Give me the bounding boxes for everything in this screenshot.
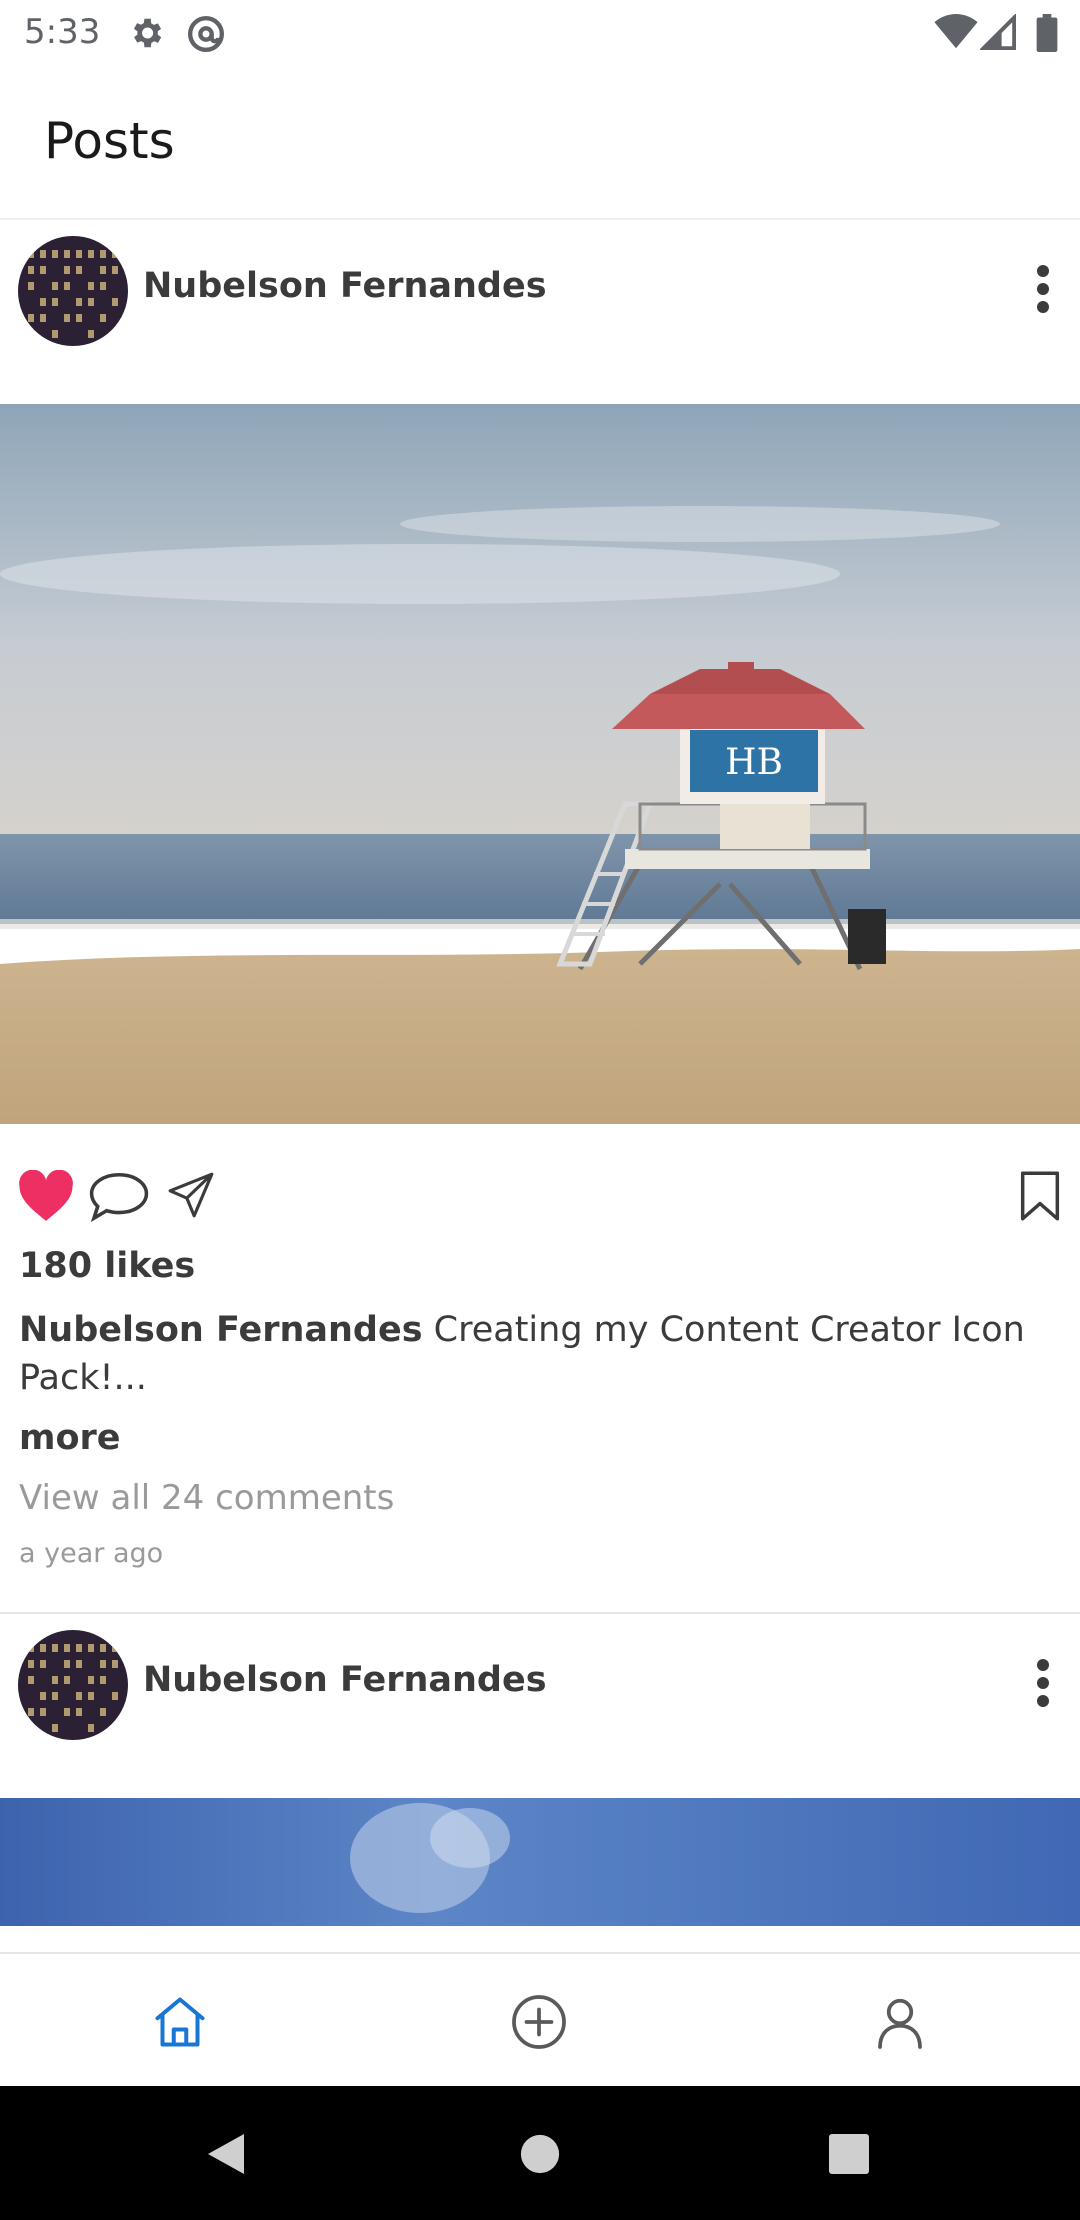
add-circle-icon[interactable] <box>509 1992 569 2052</box>
caption-author[interactable]: Nubelson Fernandes <box>19 1310 423 1350</box>
signal-icon <box>980 14 1016 50</box>
post-caption: Nubelson Fernandes Creating my Content C… <box>19 1306 1039 1402</box>
home-button-icon[interactable] <box>519 2133 561 2175</box>
profile-icon[interactable] <box>870 1992 930 2052</box>
post-header: Nubelson Fernandes <box>0 1614 1080 1794</box>
author-name[interactable]: Nubelson Fernandes <box>143 1660 547 1700</box>
send-icon[interactable] <box>165 1170 217 1220</box>
bottom-nav <box>0 1952 1080 2086</box>
status-bar: 5:33 <box>0 0 1080 66</box>
settings-icon <box>133 18 162 48</box>
post-image[interactable]: HB <box>0 404 1080 1124</box>
like-count[interactable]: 180 likes <box>19 1246 195 1286</box>
more-link[interactable]: more <box>19 1418 121 1458</box>
avatar[interactable] <box>18 236 128 346</box>
bookmark-icon[interactable] <box>1018 1170 1062 1222</box>
app-bar: Posts <box>0 66 1080 220</box>
back-icon[interactable] <box>204 2132 248 2176</box>
at-sign-icon <box>188 16 224 52</box>
status-time: 5:33 <box>24 12 101 52</box>
more-vertical-icon[interactable] <box>1036 264 1050 314</box>
svg-text:HB: HB <box>725 742 783 783</box>
wifi-icon <box>934 14 978 49</box>
avatar[interactable] <box>18 1630 128 1740</box>
recents-icon[interactable] <box>829 2134 869 2174</box>
comment-icon[interactable] <box>88 1170 150 1222</box>
post-header: Nubelson Fernandes <box>0 220 1080 400</box>
home-icon[interactable] <box>150 1992 210 2052</box>
author-name[interactable]: Nubelson Fernandes <box>143 266 547 306</box>
battery-icon <box>1036 14 1058 52</box>
page-title: Posts <box>44 112 175 170</box>
post-timestamp: a year ago <box>19 1538 164 1569</box>
post-image[interactable] <box>0 1798 1080 1926</box>
system-nav-bar <box>0 2086 1080 2220</box>
heart-icon[interactable] <box>17 1170 75 1222</box>
more-vertical-icon[interactable] <box>1036 1658 1050 1708</box>
view-comments-link[interactable]: View all 24 comments <box>19 1478 394 1518</box>
